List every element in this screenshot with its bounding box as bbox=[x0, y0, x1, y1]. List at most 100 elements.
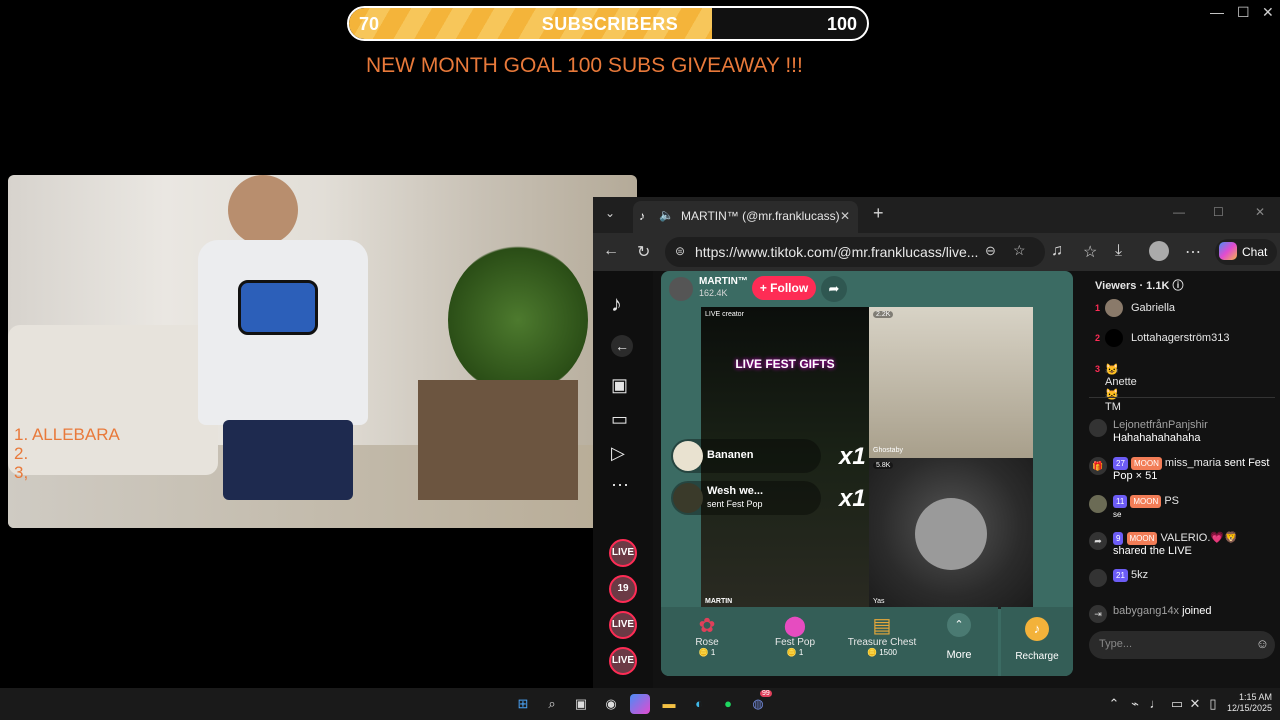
tab-title: MARTIN™ (@mr.franklucass) bbox=[681, 209, 840, 223]
recharge-button[interactable]: ♪ Recharge bbox=[1001, 607, 1073, 676]
gift-price: 🪙 1 bbox=[786, 648, 804, 657]
live-avatar-4[interactable]: LIVE bbox=[609, 647, 637, 675]
chat-username[interactable]: babygang14x bbox=[1113, 605, 1179, 617]
tab-tiktok[interactable]: ♪ 🔈 MARTIN™ (@mr.franklucass) ✕ bbox=[633, 201, 858, 233]
gift-price: 🪙 1500 bbox=[867, 648, 897, 657]
spotify-icon[interactable]: ● bbox=[718, 694, 738, 714]
live-avatar-3[interactable]: LIVE bbox=[609, 611, 637, 639]
search-icon[interactable]: ⌕ bbox=[542, 694, 562, 714]
guest-video-1[interactable]: 2.2K Ghostaby bbox=[869, 307, 1033, 458]
streamer-name[interactable]: MARTIN™ bbox=[699, 276, 748, 287]
display-icon[interactable]: ▭ bbox=[1167, 694, 1187, 714]
zoom-icon[interactable]: ⊖ bbox=[985, 243, 996, 259]
chat-username[interactable]: 5kz bbox=[1131, 569, 1148, 581]
battery-icon[interactable]: ▯ bbox=[1203, 694, 1223, 714]
emoji-icon[interactable]: ☺ bbox=[1256, 636, 1269, 651]
download-icon[interactable]: ⤓ bbox=[1115, 242, 1122, 260]
cam-shirt bbox=[198, 240, 368, 425]
tiktok-sidebar: ♪ ← ▣ ▭ ▷ ⋯ LIVE 19 LIVE LIVE bbox=[593, 271, 653, 688]
more-menu-icon[interactable]: ⋯ bbox=[1185, 242, 1201, 262]
obs-icon[interactable]: ◉ bbox=[601, 694, 621, 714]
chat-message-body: 21 5kz bbox=[1113, 569, 1277, 582]
giveaway-entry-2: 2. bbox=[14, 444, 29, 463]
viewer-rank: 2 bbox=[1095, 333, 1101, 343]
site-info-icon[interactable]: ⊜ bbox=[675, 244, 685, 258]
share-icon[interactable]: ➦ bbox=[821, 276, 847, 302]
discord-icon[interactable]: ◍ bbox=[748, 694, 768, 714]
viewer-rank: 1 bbox=[1095, 303, 1101, 313]
viewers-label: Viewers bbox=[1095, 280, 1137, 292]
info-icon[interactable]: ⓘ bbox=[1172, 280, 1183, 292]
more-dots-icon[interactable]: ⋯ bbox=[611, 475, 629, 496]
guest-2-name: Yas bbox=[873, 598, 885, 605]
chat-username[interactable]: PS bbox=[1164, 495, 1179, 507]
viewers-header[interactable]: Viewers · 1.1K ⓘ bbox=[1095, 277, 1183, 293]
gift-name: Rose bbox=[695, 637, 719, 648]
network-icon[interactable]: ⌁ bbox=[1125, 694, 1145, 714]
chat-username[interactable]: VALERIO.💗🦁 bbox=[1160, 532, 1237, 544]
play-icon[interactable]: ▷ bbox=[611, 443, 625, 464]
profile-avatar[interactable] bbox=[1149, 241, 1169, 261]
chat-message: 21 5kz bbox=[1089, 569, 1275, 595]
speaker-muted-icon[interactable]: ✕ bbox=[1185, 694, 1205, 714]
media-control-icon[interactable]: ♫ bbox=[1051, 242, 1063, 260]
more-gifts-button[interactable]: ⌃ More bbox=[929, 613, 989, 661]
show-hidden-icons[interactable]: ⌃ bbox=[1104, 694, 1124, 714]
favorite-star-icon[interactable]: ☆ bbox=[1013, 242, 1026, 259]
gift-treasure-chest[interactable]: ▤ Treasure Chest 🪙 1500 bbox=[842, 613, 922, 657]
task-view-icon[interactable]: ▣ bbox=[571, 694, 591, 714]
cam-shorts bbox=[223, 420, 353, 500]
chat-username[interactable]: miss_maria bbox=[1165, 457, 1221, 469]
chat-input[interactable]: Type... ☺ bbox=[1089, 631, 1275, 659]
follow-button[interactable]: + Follow bbox=[752, 276, 816, 300]
gift-fest-pop[interactable]: ⬤ Fest Pop 🪙 1 bbox=[755, 613, 835, 657]
favorites-icon[interactable]: ☆ bbox=[1083, 242, 1097, 262]
live-avatar-2[interactable]: 19 bbox=[609, 575, 637, 603]
gift-icon: 🎁 bbox=[1089, 457, 1107, 475]
refresh-icon[interactable]: ↻ bbox=[637, 242, 650, 262]
minimize-icon[interactable]: — bbox=[1210, 4, 1224, 20]
start-icon[interactable]: ⊞ bbox=[513, 694, 533, 714]
maximize-icon[interactable]: ☐ bbox=[1237, 4, 1250, 21]
video-camera-icon[interactable]: ▭ bbox=[611, 409, 628, 430]
gift-rose[interactable]: ✿ Rose 🪙 1 bbox=[667, 613, 747, 657]
goal-label: SUBSCRIBERS bbox=[541, 14, 679, 34]
treasure-chest-icon: ▤ bbox=[872, 615, 892, 637]
chat-text: joined bbox=[1182, 605, 1212, 617]
moon-badge: MOON bbox=[1130, 495, 1162, 508]
tab-list-icon[interactable]: ⌄ bbox=[605, 206, 615, 220]
close-icon[interactable]: ✕ bbox=[1262, 4, 1274, 21]
tab-close-icon[interactable]: ✕ bbox=[840, 209, 850, 223]
browser-maximize-icon[interactable]: ☐ bbox=[1213, 205, 1224, 219]
viewer-avatar bbox=[1105, 329, 1123, 347]
user-avatar bbox=[1089, 419, 1107, 437]
copilot-app-icon[interactable] bbox=[630, 694, 650, 714]
live-fest-title: LIVE FEST GIFTS bbox=[735, 357, 835, 371]
address-bar[interactable]: ⊜ https://www.tiktok.com/@mr.franklucass… bbox=[665, 237, 1045, 267]
gift-sent-text: sent Fest Pop bbox=[707, 499, 763, 509]
microphone-icon[interactable]: ♩ bbox=[1146, 694, 1166, 714]
level-badge: 21 bbox=[1113, 569, 1128, 582]
user-avatar bbox=[1089, 569, 1107, 587]
file-explorer-icon[interactable]: ▬ bbox=[659, 694, 679, 714]
chat-message: 🎁 27 MOON miss_maria sent Fest Pop × 51 bbox=[1089, 457, 1275, 487]
browser-minimize-icon[interactable]: — bbox=[1173, 205, 1185, 219]
edge-icon[interactable]: ◐ bbox=[689, 694, 709, 714]
gift-combo: x1 bbox=[839, 485, 866, 512]
back-icon[interactable]: ← bbox=[603, 242, 619, 260]
viewer-avatar bbox=[1105, 299, 1123, 317]
browser-close-icon[interactable]: ✕ bbox=[1255, 205, 1265, 219]
audio-icon[interactable]: 🔈 bbox=[659, 208, 674, 222]
chat-username[interactable]: LejonetfrånPanjshir bbox=[1113, 419, 1208, 431]
viewer-name: 😺Anette😺 TM bbox=[1105, 364, 1137, 413]
guest-2-avatar bbox=[915, 498, 987, 570]
guest-video-2[interactable]: 5.8K Yas bbox=[869, 458, 1033, 609]
system-clock[interactable]: 1:15 AM 12/15/2025 bbox=[1227, 692, 1272, 714]
live-tv-icon[interactable]: ▣ bbox=[611, 375, 628, 396]
copilot-chat-button[interactable]: Chat bbox=[1215, 239, 1277, 265]
streamer-avatar[interactable] bbox=[669, 277, 693, 301]
back-arrow-icon[interactable]: ← bbox=[611, 335, 633, 357]
live-avatar-1[interactable]: LIVE bbox=[609, 539, 637, 567]
tiktok-logo-icon[interactable]: ♪ bbox=[611, 291, 622, 317]
new-tab-icon[interactable]: + bbox=[873, 203, 884, 224]
